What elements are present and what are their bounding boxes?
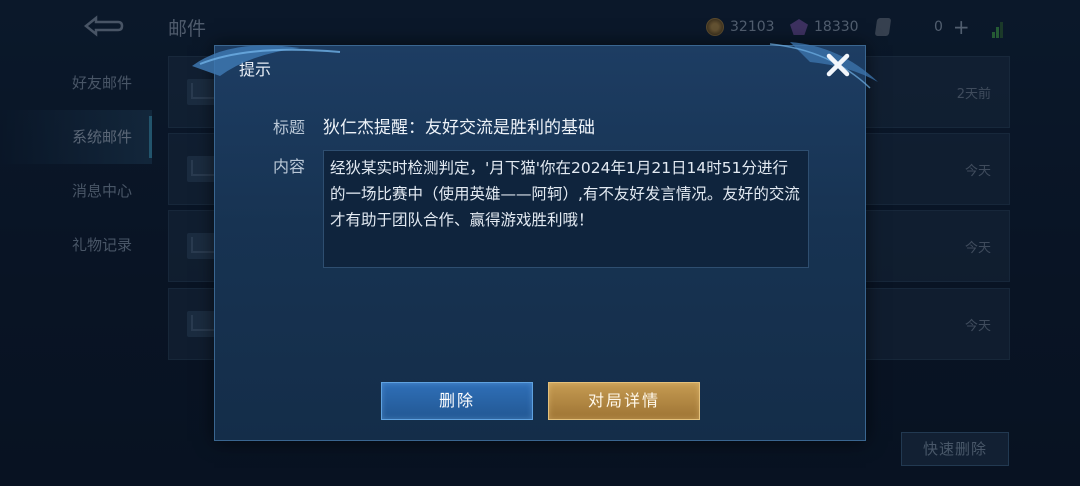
notice-dialog: 提示 标题 狄仁杰提醒：友好交流是胜利的基础 内容 经狄某实时检测判定，'月下猫…	[214, 45, 866, 441]
close-icon[interactable]	[818, 46, 858, 84]
subject-label: 标题	[273, 118, 306, 137]
mail-subject: 狄仁杰提醒：友好交流是胜利的基础	[323, 118, 595, 138]
match-details-button[interactable]: 对局详情	[548, 382, 700, 420]
dialog-title: 提示	[239, 60, 272, 79]
content-box[interactable]: 经狄某实时检测判定，'月下猫'你在2024年1月21日14时51分进行的一场比赛…	[323, 150, 809, 268]
delete-button[interactable]: 删除	[381, 382, 533, 420]
content-label: 内容	[273, 157, 306, 176]
mail-content: 经狄某实时检测判定，'月下猫'你在2024年1月21日14时51分进行的一场比赛…	[330, 159, 800, 229]
